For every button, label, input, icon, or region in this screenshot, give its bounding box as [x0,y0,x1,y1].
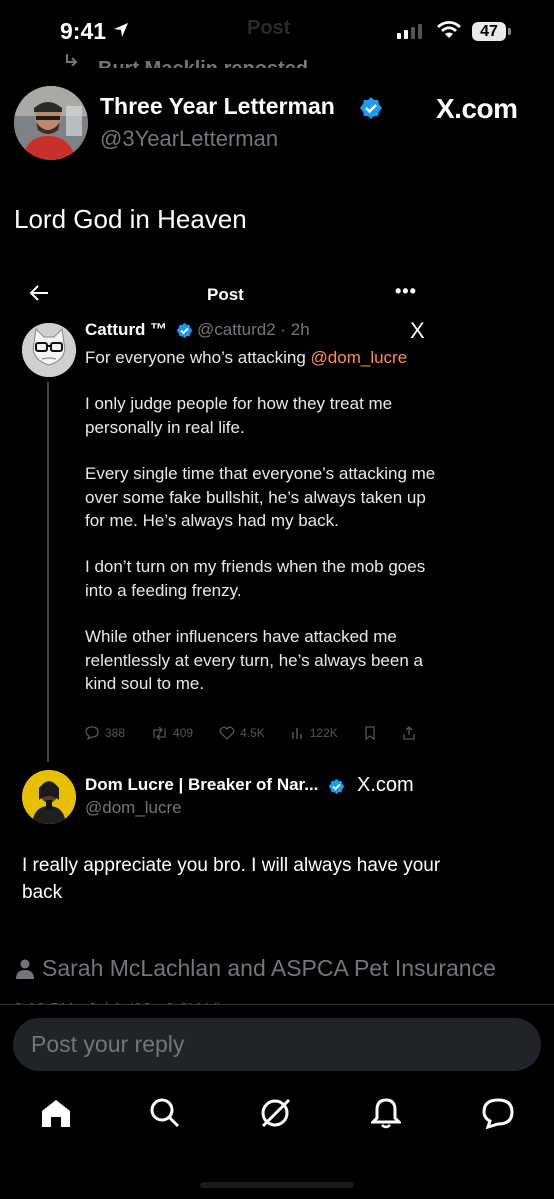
status-time: 9:41 [60,18,107,44]
bookmark-icon [365,726,375,740]
messages-icon[interactable] [478,1093,518,1133]
tweet2-source-badge: X.com [357,774,414,796]
like-count: 4.5K [240,726,265,740]
tweet1-author-name: Catturd ™ [85,320,168,339]
bookmark-stat [364,726,376,740]
thread-connector [47,382,49,762]
divider [0,1004,554,1005]
back-arrow-icon [28,283,50,308]
heart-icon [219,726,235,740]
views-count: 122K [309,726,338,740]
share-stat [402,726,416,740]
catturd-avatar [22,323,76,377]
tweet1-handle-time: @catturd2 · 2h [197,320,310,339]
post-text: Lord God in Heaven [14,204,247,234]
wifi-icon [436,20,462,45]
tweet2-handle: @dom_lucre [85,798,182,817]
notifications-icon[interactable] [366,1093,406,1133]
share-icon [403,726,415,740]
tweet2-text: I really appreciate you bro. I will alwa… [22,855,441,903]
tweet1-paragraph: Every single time that everyone’s attack… [85,464,436,531]
verified-badge-icon [328,778,345,800]
x-logo-icon: X [410,318,425,343]
source-badge: X.com [436,93,518,124]
author-name[interactable]: Three Year Letterman [100,93,335,120]
grok-icon[interactable] [256,1093,296,1133]
author-avatar[interactable] [14,86,88,160]
tweet1-paragraph: While other influencers have attacked me… [85,627,423,694]
battery-icon: 47 [472,22,506,41]
search-icon[interactable] [145,1093,185,1133]
author-handle[interactable]: @3YearLetterman [100,126,278,152]
views-stat: 122K [291,726,338,740]
repost-icon [153,726,166,740]
reply-stat: 388 [85,726,125,740]
dynamic-title: Post [247,17,291,39]
mention-link: @dom_lucre [310,348,408,367]
dom-lucre-avatar [22,770,76,824]
tweet2-author-name: Dom Lucre | Breaker of Nar... [85,775,319,794]
tweet1-line1: For everyone who’s attacking @dom_lucre [85,346,445,369]
home-indicator [200,1182,354,1188]
verified-badge-icon [359,96,383,125]
like-stat: 4.5K [219,726,265,740]
home-icon[interactable] [36,1093,76,1133]
tweet1-stats: 388 409 4.5K 122K [85,726,435,740]
tweet1-body: For everyone who’s attacking @dom_lucre … [85,346,445,718]
sponsor-line[interactable]: Sarah McLachlan and ASPCA Pet Insurance [16,955,496,982]
repost-count: 409 [173,726,194,740]
repost-label: Burt Macklin reposted [98,50,398,68]
reply-count: 388 [105,726,126,740]
reply-placeholder: Post your reply [31,1031,185,1057]
repost-icon [64,52,90,71]
cellular-signal-icon [397,24,422,39]
views-icon [292,728,302,739]
bottom-nav [0,1093,554,1149]
reply-icon [85,726,99,740]
location-arrow-icon [113,22,129,43]
repost-stat: 409 [151,726,193,740]
tweet1-paragraph: I only judge people for how they treat m… [85,394,393,437]
tweet1-paragraph: I don’t turn on my friends when the mob … [85,557,426,600]
verified-badge-icon [176,322,193,344]
embedded-header-title: Post [207,285,244,304]
tweet1-line1-prefix: For everyone who’s attacking [85,348,311,367]
more-icon: ••• [395,281,417,301]
person-icon [16,959,34,979]
sponsor-text: Sarah McLachlan and ASPCA Pet Insurance [42,955,496,981]
battery-tip [508,28,511,35]
